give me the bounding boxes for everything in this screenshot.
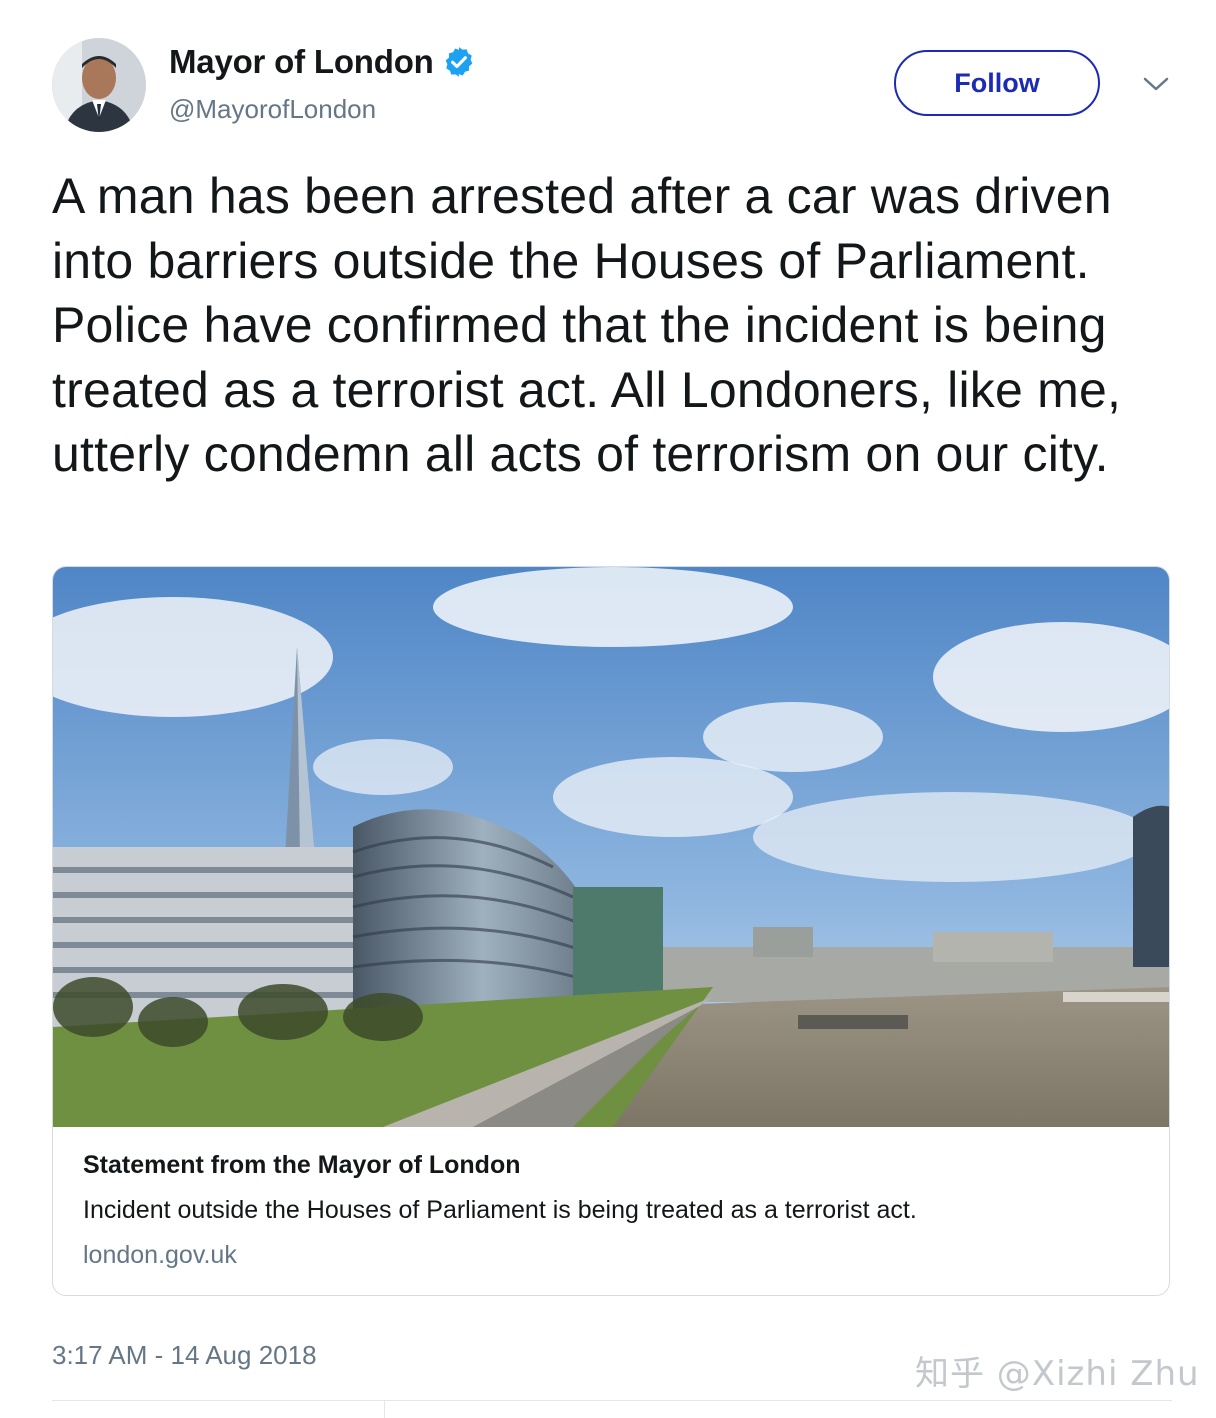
- card-image[interactable]: [53, 567, 1169, 1127]
- card-body[interactable]: Statement from the Mayor of London Incid…: [83, 1151, 1143, 1270]
- tweet-text: A man has been arrested after a car was …: [52, 168, 1122, 482]
- card-domain[interactable]: london.gov.uk: [83, 1241, 1143, 1270]
- divider: [52, 1400, 1172, 1401]
- chevron-down-icon[interactable]: [1142, 72, 1170, 96]
- link-preview-card[interactable]: Statement from the Mayor of London Incid…: [52, 566, 1170, 1296]
- follow-button[interactable]: Follow: [894, 50, 1100, 116]
- user-avatar[interactable]: [52, 38, 146, 132]
- author-name-row[interactable]: Mayor of London: [169, 43, 476, 81]
- card-description: Incident outside the Houses of Parliamen…: [83, 1196, 917, 1224]
- tweet-timestamp[interactable]: 3:17 AM - 14 Aug 2018: [52, 1340, 317, 1371]
- display-name[interactable]: Mayor of London: [169, 43, 434, 81]
- author-handle[interactable]: @MayorofLondon: [169, 94, 376, 125]
- verified-badge-icon: [442, 45, 476, 79]
- tweet-header: Mayor of London @MayorofLondon Follow: [52, 38, 1172, 138]
- divider-vertical: [384, 1400, 385, 1418]
- card-title[interactable]: Statement from the Mayor of London: [83, 1151, 1143, 1180]
- watermark: 知乎 @Xizhi Zhu: [915, 1354, 1200, 1394]
